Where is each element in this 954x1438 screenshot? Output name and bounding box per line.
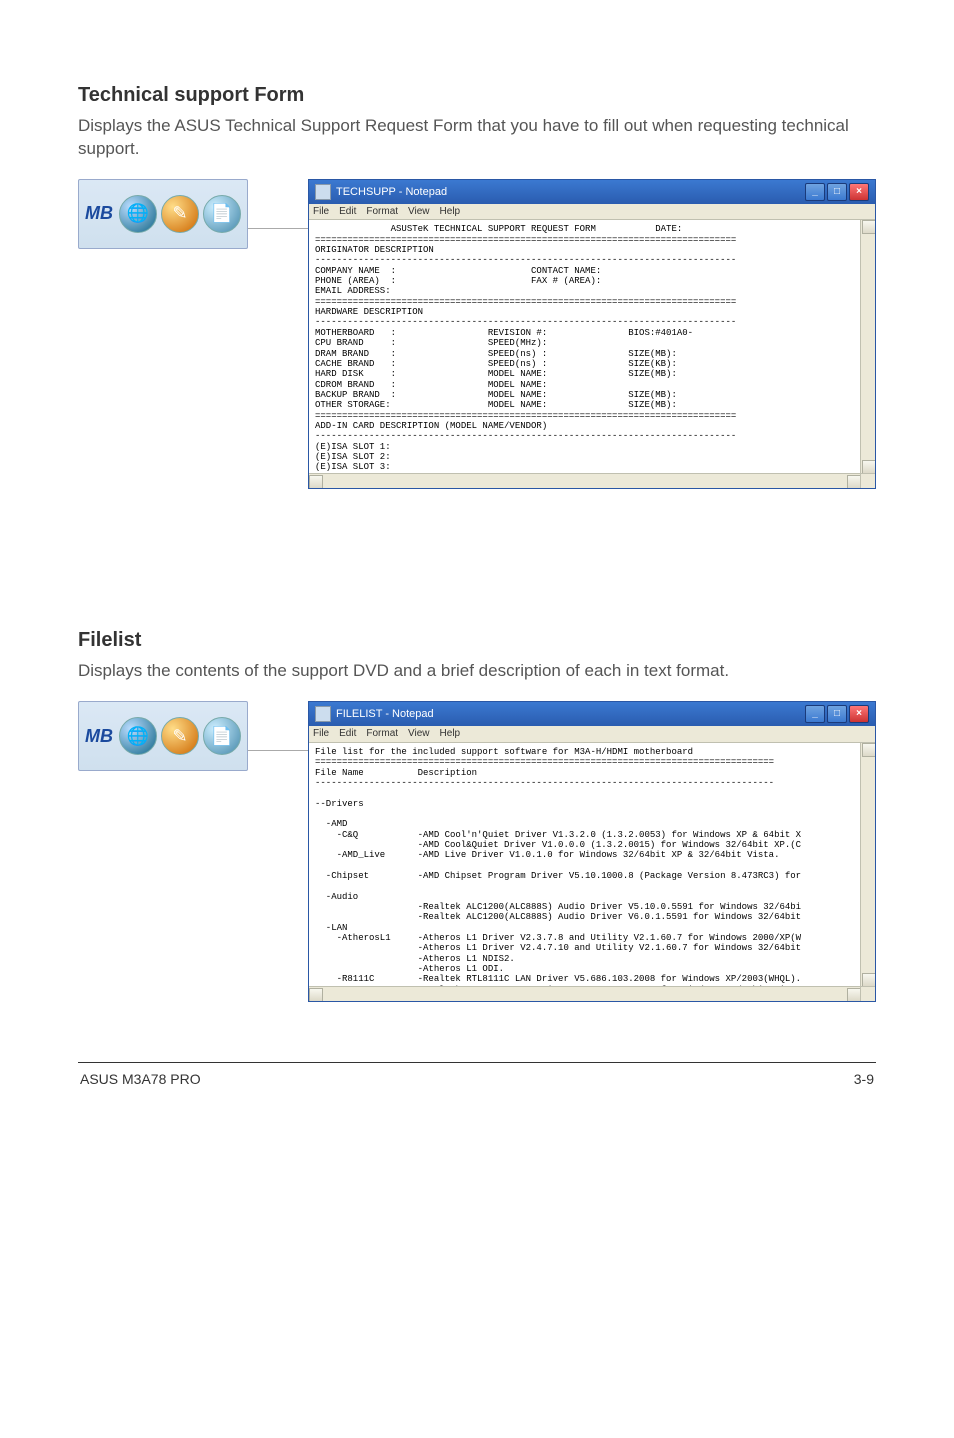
scrollbar-horizontal[interactable] xyxy=(309,473,861,488)
notepad1-menubar: File Edit Format View Help xyxy=(309,204,875,221)
notepad-icon xyxy=(315,706,331,722)
notepad-icon xyxy=(315,184,331,200)
menu-view[interactable]: View xyxy=(408,206,430,218)
filelist-row: MB 🌐 ✎ 📄 FILELIST - Notepad _ □ × xyxy=(78,701,876,1002)
menu-format[interactable]: Format xyxy=(366,206,398,218)
tool-orange-icon[interactable]: ✎ xyxy=(161,717,199,755)
menu-help[interactable]: Help xyxy=(440,206,461,218)
notepad1-body: ASUSTeK TECHNICAL SUPPORT REQUEST FORM D… xyxy=(309,220,875,488)
notepad2-title: FILELIST - Notepad xyxy=(336,708,434,721)
connector-line xyxy=(248,179,308,249)
section1-title: Technical support Form xyxy=(78,84,876,107)
menu-edit[interactable]: Edit xyxy=(339,728,356,740)
notepad1-titlebar: TECHSUPP - Notepad _ □ × xyxy=(309,180,875,204)
footer-right: 3-9 xyxy=(854,1071,874,1087)
tool-orange-icon[interactable]: ✎ xyxy=(161,195,199,233)
section2-desc: Displays the contents of the support DVD… xyxy=(78,660,876,683)
footer-left: ASUS M3A78 PRO xyxy=(80,1071,201,1087)
minimize-button[interactable]: _ xyxy=(805,183,825,201)
doc-icon[interactable]: 📄 xyxy=(203,717,241,755)
page-footer: ASUS M3A78 PRO 3-9 xyxy=(78,1071,876,1107)
launcher-mb-label-2: MB xyxy=(85,726,113,747)
maximize-button[interactable]: □ xyxy=(827,705,847,723)
menu-edit[interactable]: Edit xyxy=(339,206,356,218)
maximize-button[interactable]: □ xyxy=(827,183,847,201)
notepad2-content: File list for the included support softw… xyxy=(315,747,869,1001)
notepad-techsupp: TECHSUPP - Notepad _ □ × File Edit Forma… xyxy=(308,179,876,490)
connector-line-2 xyxy=(248,701,308,771)
menu-view[interactable]: View xyxy=(408,728,430,740)
techsupp-row: MB 🌐 ✎ 📄 TECHSUPP - Notepad _ □ × File E… xyxy=(78,179,876,490)
minimize-button[interactable]: _ xyxy=(805,705,825,723)
launcher-bar: MB 🌐 ✎ 📄 xyxy=(78,179,248,249)
scroll-corner xyxy=(860,473,875,488)
footer-rule xyxy=(78,1062,876,1063)
launcher-bar-2: MB 🌐 ✎ 📄 xyxy=(78,701,248,771)
notepad2-menubar: File Edit Format View Help xyxy=(309,726,875,743)
menu-file[interactable]: File xyxy=(313,206,329,218)
section2-title: Filelist xyxy=(78,629,876,652)
notepad1-title: TECHSUPP - Notepad xyxy=(336,186,447,199)
scrollbar-vertical[interactable] xyxy=(860,220,875,474)
globe-icon[interactable]: 🌐 xyxy=(119,195,157,233)
menu-file[interactable]: File xyxy=(313,728,329,740)
section1-desc: Displays the ASUS Technical Support Requ… xyxy=(78,115,876,161)
menu-help[interactable]: Help xyxy=(440,728,461,740)
close-button[interactable]: × xyxy=(849,183,869,201)
menu-format[interactable]: Format xyxy=(366,728,398,740)
globe-icon[interactable]: 🌐 xyxy=(119,717,157,755)
scroll-corner xyxy=(860,986,875,1001)
notepad-filelist: FILELIST - Notepad _ □ × File Edit Forma… xyxy=(308,701,876,1002)
launcher-mb-label: MB xyxy=(85,203,113,224)
notepad1-content: ASUSTeK TECHNICAL SUPPORT REQUEST FORM D… xyxy=(315,224,869,488)
notepad2-titlebar: FILELIST - Notepad _ □ × xyxy=(309,702,875,726)
doc-icon[interactable]: 📄 xyxy=(203,195,241,233)
notepad2-body: File list for the included support softw… xyxy=(309,743,875,1001)
close-button[interactable]: × xyxy=(849,705,869,723)
scrollbar-vertical[interactable] xyxy=(860,743,875,987)
scrollbar-horizontal[interactable] xyxy=(309,986,861,1001)
